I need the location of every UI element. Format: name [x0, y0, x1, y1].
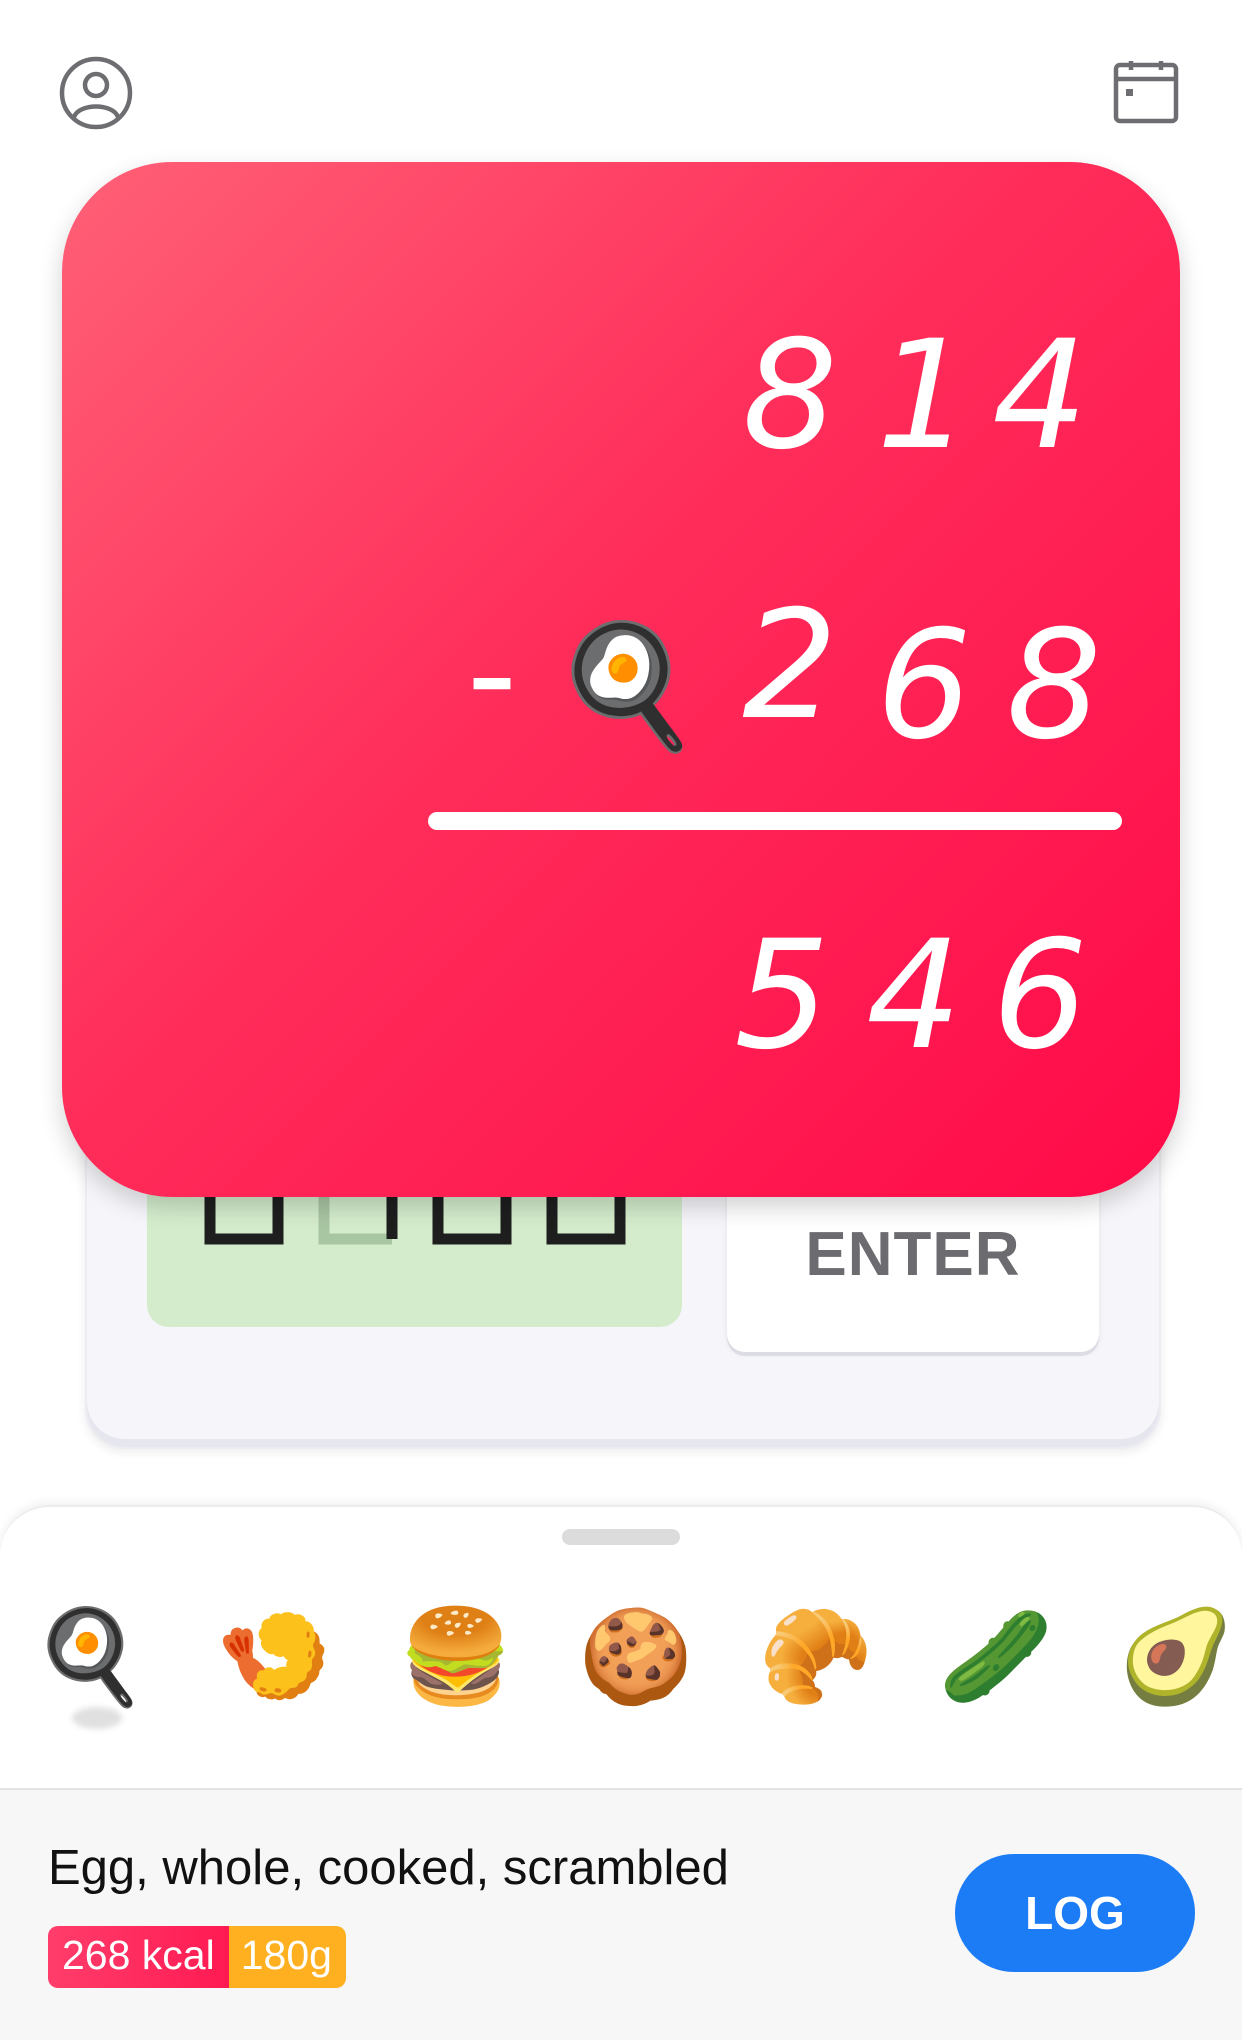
burger-icon: 🍔: [398, 1606, 514, 1708]
math-problem-card: 8 1 4 2 6 8 5 4 6 - 🍳: [62, 162, 1180, 1197]
food-item-egg[interactable]: 🍳: [30, 1597, 150, 1717]
person-circle-icon: [59, 56, 133, 130]
frying-pan-egg-icon: 🍳: [552, 617, 701, 757]
avocado-icon: 🥑: [1118, 1606, 1234, 1708]
top-bar: [0, 0, 1242, 160]
result-digit: 4: [866, 909, 961, 1083]
frying-pan-egg-icon: 🍳: [32, 1606, 148, 1708]
subtrahend-digit: 8: [1006, 599, 1101, 773]
result-digit: 5: [734, 909, 829, 1083]
calendar-button[interactable]: [1106, 53, 1186, 133]
cookie-icon: 🍪: [578, 1606, 694, 1708]
food-item-croissant[interactable]: 🥐: [756, 1597, 876, 1717]
selected-indicator: [72, 1707, 122, 1729]
shrimp-icon: 🍤: [216, 1606, 332, 1708]
minus-sign: -: [467, 593, 518, 756]
subtrahend-digit: 6: [876, 599, 971, 773]
profile-button[interactable]: [56, 53, 136, 133]
result-digit: 6: [992, 909, 1087, 1083]
food-item-burger[interactable]: 🍔: [396, 1597, 516, 1717]
calendar-icon: [1113, 61, 1179, 124]
subtrahend-digit: 2: [742, 579, 837, 753]
grams-badge: 180g: [228, 1926, 346, 1988]
food-carousel[interactable]: 🍳 🍤 🍔 🍪 🥐 🥒 🥑: [0, 1597, 1242, 1747]
croissant-icon: 🥐: [758, 1606, 874, 1708]
selection-bar: Egg, whole, cooked, scrambled 268 kcal 1…: [0, 1788, 1242, 2040]
kcal-badge: 268 kcal: [48, 1926, 229, 1988]
food-item-cookie[interactable]: 🍪: [576, 1597, 696, 1717]
nutrition-badge: 268 kcal 180g: [48, 1926, 346, 1988]
food-item-shrimp[interactable]: 🍤: [214, 1597, 334, 1717]
log-button[interactable]: LOG: [955, 1854, 1195, 1972]
minuend-digit: 1: [876, 309, 971, 483]
cucumber-icon: 🥒: [938, 1606, 1054, 1708]
food-item-cucumber[interactable]: 🥒: [936, 1597, 1056, 1717]
minuend-digit: 8: [742, 309, 837, 483]
equals-line: [428, 812, 1122, 830]
sheet-grabber[interactable]: [562, 1529, 680, 1545]
food-name: Egg, whole, cooked, scrambled: [48, 1841, 729, 1895]
food-item-avocado[interactable]: 🥑: [1116, 1597, 1236, 1717]
minuend-digit: 4: [992, 309, 1087, 483]
